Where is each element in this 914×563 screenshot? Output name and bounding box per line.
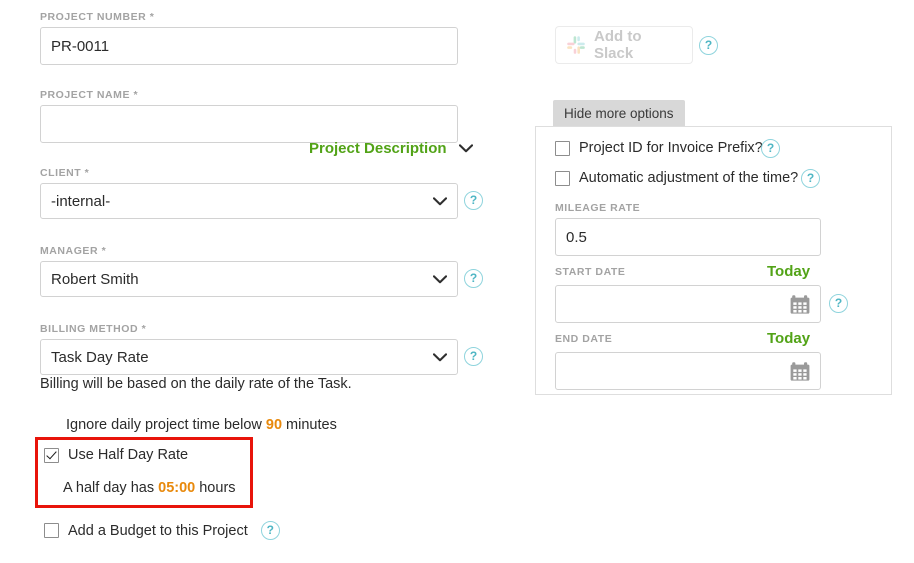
manager-value: Robert Smith [51,270,139,288]
calendar-icon[interactable] [790,361,810,381]
project-number-input[interactable]: PR-0011 [40,27,458,65]
use-half-day-rate-label: Use Half Day Rate [68,447,189,463]
chevron-down-icon [433,352,447,362]
end-date-today-link[interactable]: Today [767,330,810,347]
chevron-down-icon [458,144,473,153]
half-day-hours-prefix: A half day has [63,480,159,496]
add-to-slack-help-icon[interactable]: ? [699,36,718,55]
use-half-day-rate-checkbox[interactable] [44,447,59,463]
add-to-slack-label: Add to Slack [594,28,642,62]
start-date-input[interactable] [555,285,821,323]
slack-logo-icon [566,35,586,55]
chevron-down-icon [433,196,447,206]
project-number-label: PROJECT NUMBER * [40,11,155,23]
project-description-label: Project Description [309,140,447,157]
manager-select[interactable]: Robert Smith [40,261,458,297]
auto-adjust-help-icon[interactable]: ? [801,169,820,188]
invoice-prefix-row[interactable]: Project ID for Invoice Prefix? [555,140,763,156]
mileage-rate-label: MILEAGE RATE [555,202,641,214]
calendar-icon[interactable] [790,294,810,314]
hide-more-options-button[interactable]: Hide more options [553,100,685,128]
add-budget-help-icon[interactable]: ? [260,521,280,540]
start-date-today-link[interactable]: Today [767,263,810,280]
billing-method-note: Billing will be based on the daily rate … [40,376,352,392]
billing-method-label: BILLING METHOD * [40,323,147,335]
add-budget-label: Add a Budget to this Project [68,522,248,539]
project-settings-form: PROJECT NUMBER * PR-0011 PROJECT NAME * … [0,0,914,563]
ignore-daily-time-prefix: Ignore daily project time below [66,417,266,433]
start-date-label: START DATE [555,266,626,278]
invoice-prefix-label: Project ID for Invoice Prefix? [579,140,763,156]
start-date-help-icon[interactable]: ? [829,294,848,313]
client-help-icon[interactable]: ? [464,191,483,210]
project-name-label: PROJECT NAME * [40,89,139,101]
ignore-daily-time-row: Ignore daily project time below 90 minut… [66,417,337,433]
project-number-value: PR-0011 [51,37,110,55]
project-description-toggle[interactable]: Project Description [309,140,473,157]
manager-label: MANAGER * [40,245,107,257]
billing-method-select[interactable]: Task Day Rate [40,339,458,375]
auto-adjust-label: Automatic adjustment of the time? [579,170,799,186]
client-select[interactable]: -internal- [40,183,458,219]
half-day-hours-suffix: hours [195,480,236,496]
half-day-hours-value[interactable]: 05:00 [158,480,195,496]
add-budget-row[interactable]: Add a Budget to this Project ? [44,521,280,540]
end-date-label: END DATE [555,333,613,345]
half-day-hours-note: A half day has 05:00 hours [63,480,236,496]
client-value: -internal- [51,192,111,210]
auto-adjust-row[interactable]: Automatic adjustment of the time? [555,170,798,186]
project-name-input[interactable] [40,105,458,143]
invoice-prefix-checkbox[interactable] [555,140,570,156]
end-date-input[interactable] [555,352,821,390]
add-to-slack-button[interactable]: Add to Slack [555,26,693,64]
billing-method-value: Task Day Rate [51,348,149,366]
invoice-prefix-help-icon[interactable]: ? [761,139,780,158]
client-label: CLIENT * [40,167,90,179]
mileage-rate-input[interactable]: 0.5 [555,218,821,256]
billing-method-help-icon[interactable]: ? [464,347,483,366]
mileage-rate-value: 0.5 [566,228,587,246]
manager-help-icon[interactable]: ? [464,269,483,288]
chevron-down-icon [433,274,447,284]
auto-adjust-checkbox[interactable] [555,170,570,186]
use-half-day-rate-row[interactable]: Use Half Day Rate [44,447,188,463]
ignore-daily-time-value[interactable]: 90 [266,417,282,433]
ignore-daily-time-suffix: minutes [282,417,337,433]
add-budget-checkbox[interactable] [44,523,59,538]
